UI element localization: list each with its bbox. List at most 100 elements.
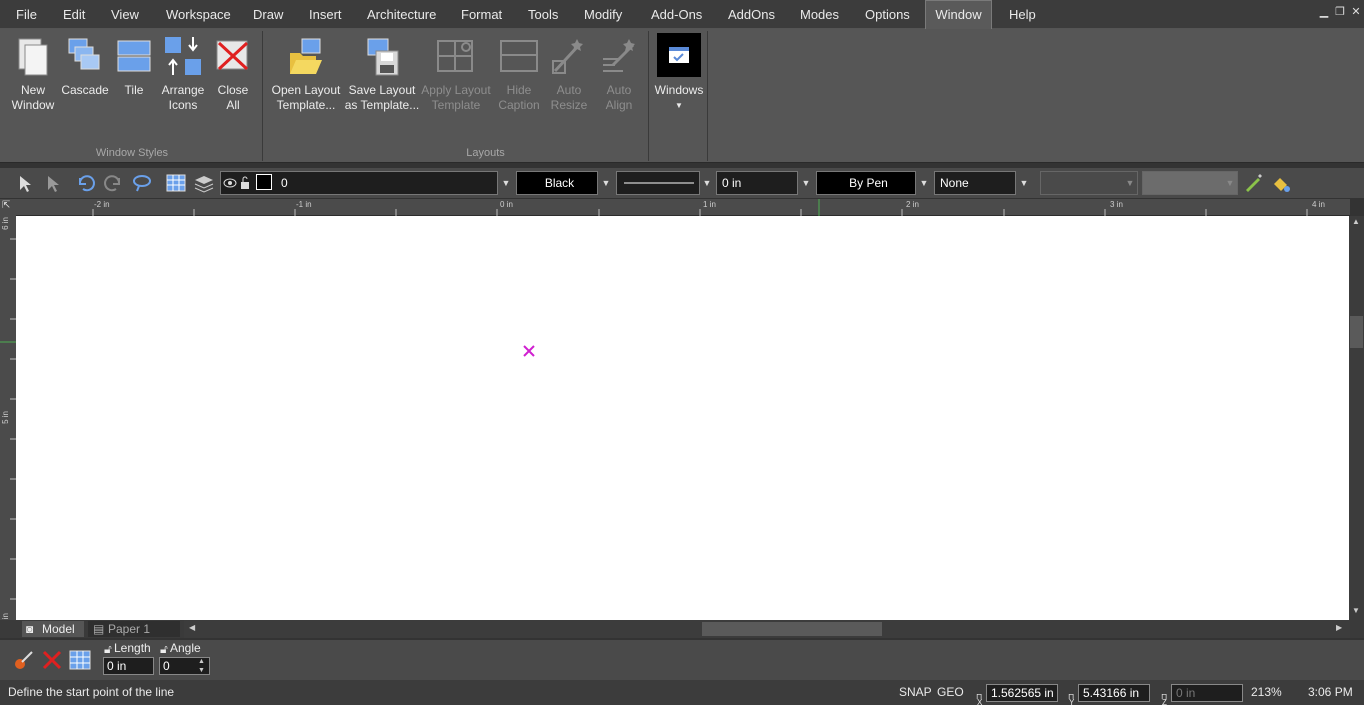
menu-workspace[interactable]: Workspace xyxy=(162,0,235,29)
new-window-button[interactable]: New Window xyxy=(8,35,58,113)
menu-view[interactable]: View xyxy=(107,0,143,29)
tab-model-label: Model xyxy=(42,622,75,636)
tab-model[interactable]: ◙ Model xyxy=(22,621,84,637)
hide-caption-button[interactable]: Hide Caption xyxy=(494,35,544,113)
fill-color-dropdown-icon[interactable]: ▼ xyxy=(1223,171,1237,195)
apply-layout-template-button[interactable]: Apply Layout Template xyxy=(420,35,492,113)
menu-add-ons[interactable]: Add-Ons xyxy=(647,0,706,29)
lock-icon[interactable] xyxy=(238,174,252,192)
arrange-icons-label-1: Arrange xyxy=(161,83,205,97)
scroll-left-icon[interactable]: ◀ xyxy=(189,623,195,632)
horizontal-scroll-thumb[interactable] xyxy=(702,622,882,636)
group-window-styles: New Window Cascade Tile Arrange Icons Cl… xyxy=(2,31,263,161)
properties-toolbar: 0 ▼ Black ▼ ▼ 0 in ▼ By Pen ▼ None ▼ ▼ ▼ xyxy=(0,168,1364,198)
node-select-icon[interactable] xyxy=(41,172,63,194)
layer-color-swatch[interactable] xyxy=(256,174,272,190)
line-width-input[interactable]: 0 in xyxy=(716,171,798,195)
menu-insert[interactable]: Insert xyxy=(305,0,346,29)
ruler-tick: 5 in xyxy=(1,411,10,424)
line-width-dropdown-icon[interactable]: ▼ xyxy=(799,171,813,195)
model-icon: ◙ xyxy=(26,622,34,636)
menu-file[interactable]: File xyxy=(12,0,41,29)
menu-window[interactable]: Window xyxy=(925,0,992,29)
hide-caption-icon xyxy=(499,35,539,79)
vertical-scroll-thumb[interactable] xyxy=(1350,316,1363,348)
menu-addons[interactable]: AddOns xyxy=(724,0,779,29)
menu-modify[interactable]: Modify xyxy=(580,0,626,29)
x-axis-label: X xyxy=(977,698,983,705)
z-coordinate-input[interactable]: 0 in xyxy=(1171,684,1243,702)
pen-style-select[interactable]: By Pen xyxy=(816,171,916,195)
eye-icon[interactable] xyxy=(222,174,238,192)
lasso-icon[interactable] xyxy=(131,172,153,194)
angle-lock-icon[interactable]: 🔓︎ xyxy=(160,642,168,657)
angle-stepper[interactable]: ▲ ▼ xyxy=(198,657,205,675)
pen-color-select[interactable]: Black xyxy=(516,171,598,195)
line-style-select[interactable] xyxy=(616,171,700,195)
fill-select[interactable]: None xyxy=(934,171,1016,195)
auto-align-button[interactable]: Auto Align xyxy=(594,35,644,113)
cursor-marker-icon xyxy=(523,345,535,357)
undo-icon[interactable] xyxy=(74,172,96,194)
tab-paper-1[interactable]: ▤ Paper 1 xyxy=(88,621,180,637)
grid-icon[interactable] xyxy=(165,172,187,194)
arrange-icons-button[interactable]: Arrange Icons xyxy=(160,35,206,113)
ruler-tick: 3 in xyxy=(1110,200,1123,209)
auto-resize-button[interactable]: Auto Resize xyxy=(544,35,594,113)
close-all-button[interactable]: Close All xyxy=(210,35,256,113)
minimize-icon[interactable]: ▁ xyxy=(1318,6,1330,18)
group-windows: Windows ▼ xyxy=(648,31,708,161)
menu-help[interactable]: Help xyxy=(1005,0,1040,29)
menu-tools[interactable]: Tools xyxy=(524,0,562,29)
menu-architecture[interactable]: Architecture xyxy=(363,0,440,29)
horizontal-ruler: -2 in -1 in 0 in 1 in 2 in 3 in 4 in xyxy=(14,199,1350,216)
zoom-level[interactable]: 213% xyxy=(1251,680,1282,705)
scroll-right-icon[interactable]: ▶ xyxy=(1336,623,1342,632)
snap-tool-icon[interactable] xyxy=(12,648,36,672)
y-coordinate-input[interactable]: 5.43166 in xyxy=(1078,684,1150,702)
layers-icon[interactable] xyxy=(193,172,215,194)
redo-icon[interactable] xyxy=(103,172,125,194)
menu-modes[interactable]: Modes xyxy=(796,0,843,29)
prompt-text: Define the start point of the line xyxy=(8,685,175,699)
menu-draw[interactable]: Draw xyxy=(249,0,287,29)
x-coordinate-input[interactable]: 1.562565 in xyxy=(986,684,1058,702)
windows-button[interactable]: Windows ▼ xyxy=(651,33,707,113)
menu-format[interactable]: Format xyxy=(457,0,506,29)
layer-dropdown-icon[interactable]: ▼ xyxy=(499,171,513,195)
pen-brush-icon[interactable] xyxy=(1242,172,1264,194)
cascade-icon xyxy=(65,35,105,79)
save-layout-template-button[interactable]: Save Layout as Template... xyxy=(344,35,420,113)
apply-layout-template-label-1: Apply Layout xyxy=(421,83,491,97)
paper-icon: ▤ xyxy=(93,622,105,636)
geo-toggle[interactable]: GEO xyxy=(937,680,964,705)
scroll-up-icon[interactable]: ▲ xyxy=(1352,217,1360,226)
line-style-dropdown-icon[interactable]: ▼ xyxy=(700,171,714,195)
pen-color-dropdown-icon[interactable]: ▼ xyxy=(599,171,613,195)
tile-button[interactable]: Tile xyxy=(112,35,156,98)
length-lock-icon[interactable]: 🔓︎ xyxy=(104,642,112,657)
vertical-scrollbar[interactable]: ▲ ▼ xyxy=(1349,216,1364,620)
menu-options[interactable]: Options xyxy=(861,0,914,29)
new-window-icon xyxy=(13,35,53,79)
menu-edit[interactable]: Edit xyxy=(59,0,89,29)
drawing-canvas[interactable] xyxy=(16,216,1349,620)
snap-toggle[interactable]: SNAP xyxy=(899,680,932,705)
options-grid-icon[interactable] xyxy=(68,648,92,672)
fill-bucket-icon[interactable] xyxy=(1270,172,1292,194)
select-arrow-icon[interactable] xyxy=(13,172,35,194)
cascade-button[interactable]: Cascade xyxy=(60,35,110,98)
horizontal-scrollbar[interactable]: ◀ ▶ xyxy=(184,620,1350,638)
restore-icon[interactable]: ❐ xyxy=(1334,6,1346,18)
auto-align-label-1: Auto xyxy=(606,83,632,97)
length-input[interactable]: 0 in xyxy=(103,657,154,675)
fill-dropdown-icon[interactable]: ▼ xyxy=(1017,171,1031,195)
y-axis-label: Y xyxy=(1069,698,1075,705)
pen-style-dropdown-icon[interactable]: ▼ xyxy=(917,171,931,195)
open-layout-template-button[interactable]: Open Layout Template... xyxy=(268,35,344,113)
z-axis-label: Z xyxy=(1162,698,1167,705)
cancel-icon[interactable] xyxy=(40,648,64,672)
fill-pattern-dropdown-icon[interactable]: ▼ xyxy=(1123,171,1137,195)
close-icon[interactable]: ✕ xyxy=(1350,6,1362,18)
scroll-down-icon[interactable]: ▼ xyxy=(1352,606,1360,615)
